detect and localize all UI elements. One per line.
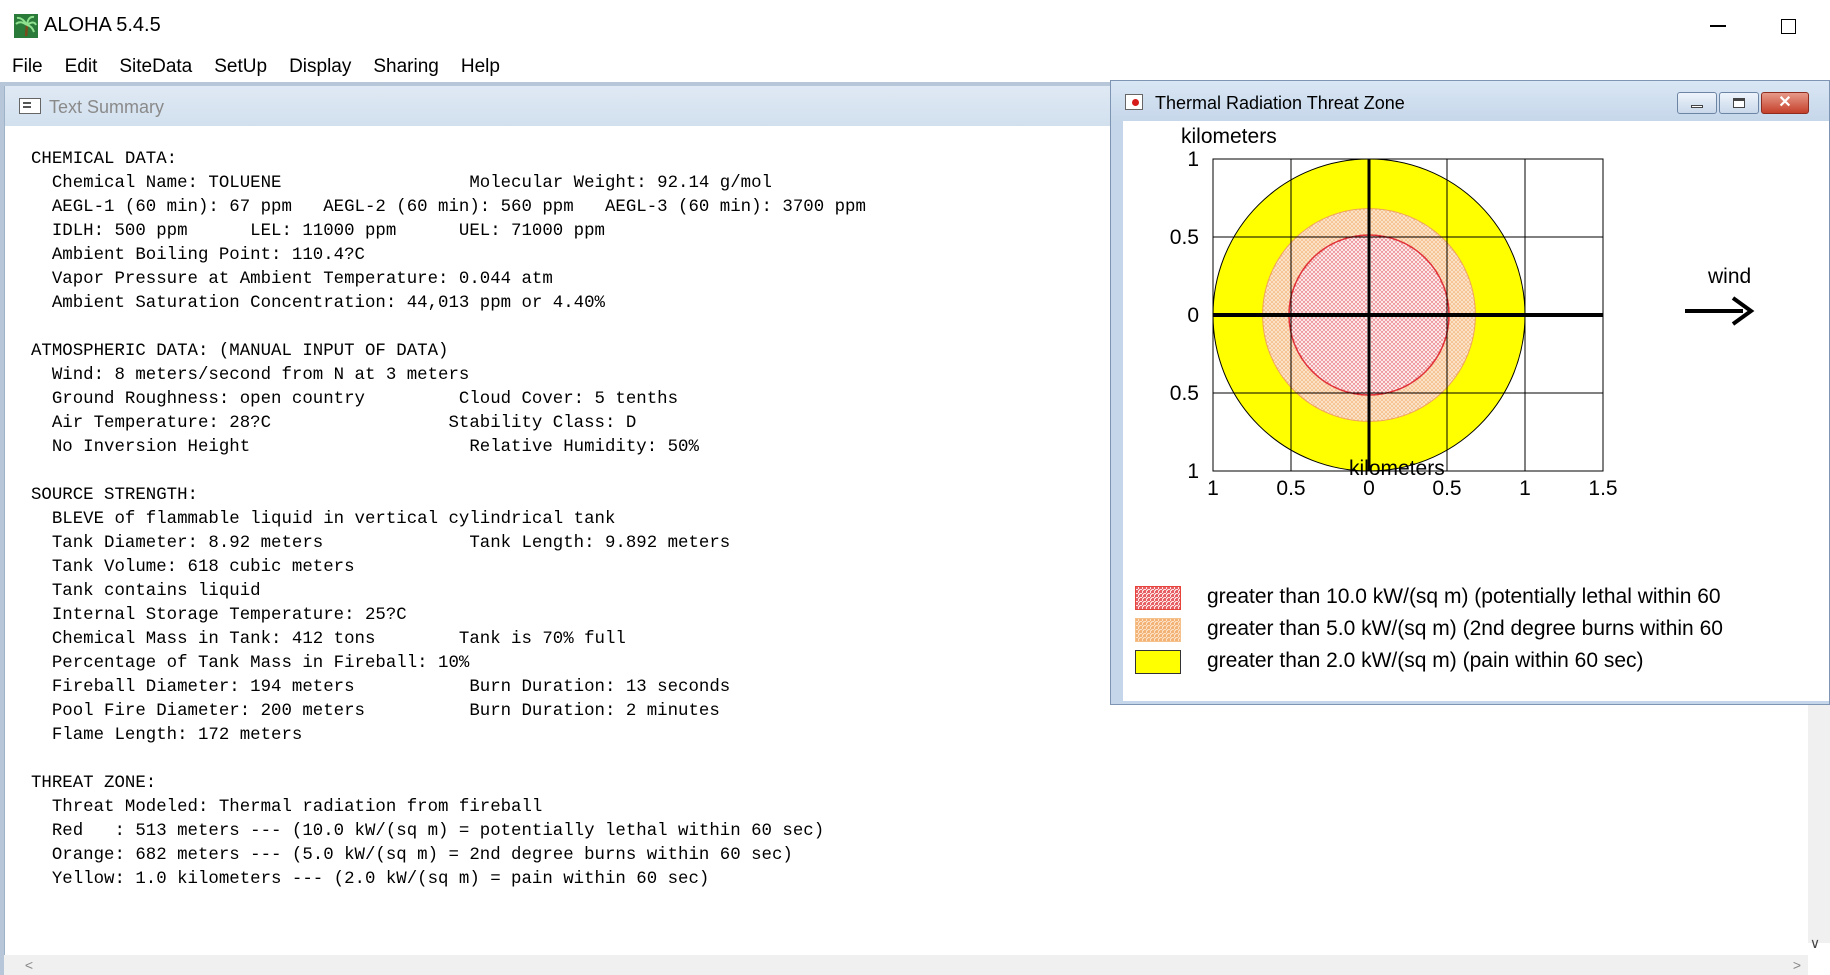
threat-zone-close-button[interactable]: ✕ — [1761, 92, 1809, 114]
app-titlebar: ALOHA 5.4.5 — [0, 0, 1830, 52]
threat-zone-window: Thermal Radiation Threat Zone ✕ 1 0.5 0 0. — [1110, 80, 1830, 705]
summary-line: Percentage of Tank Mass in Fireball: 10% — [31, 654, 470, 673]
text-summary-title: Text Summary — [49, 97, 165, 117]
threat-zone-restore-button[interactable] — [1719, 92, 1759, 114]
legend-row: greater than 10.0 kW/(sq m) (potentially… — [1135, 583, 1830, 610]
restore-icon — [1733, 98, 1745, 108]
y-tick-label: 0.5 — [1170, 382, 1199, 405]
y-tick-label: 1 — [1187, 148, 1199, 171]
summary-line: Threat Modeled: Thermal radiation from f… — [31, 798, 543, 817]
wind-label: wind — [1707, 265, 1751, 288]
summary-line: Ground Roughness: open country Cloud Cov… — [31, 390, 679, 409]
summary-line: No Inversion Height Relative Humidity: 5… — [31, 438, 699, 457]
x-tick-label: 1 — [1207, 477, 1219, 500]
threat-zone-minimize-button[interactable] — [1677, 92, 1717, 114]
x-tick-label: 0 — [1363, 477, 1375, 500]
x-tick-label: 0.5 — [1276, 477, 1305, 500]
maximize-button[interactable] — [1768, 10, 1808, 42]
legend-swatch — [1135, 650, 1181, 674]
menu-sitedata[interactable]: SiteData — [119, 56, 202, 78]
palm-tree-icon — [14, 14, 38, 38]
app-title: ALOHA 5.4.5 — [44, 14, 161, 36]
x-tick-label: 0.5 — [1432, 477, 1461, 500]
summary-line: Chemical Mass in Tank: 412 tons Tank is … — [31, 630, 626, 649]
summary-line — [31, 748, 866, 772]
menu-sharing[interactable]: Sharing — [373, 56, 449, 78]
legend-label: greater than 10.0 kW/(sq m) (potentially… — [1207, 585, 1721, 608]
summary-line: Orange: 682 meters --- (5.0 kW/(sq m) = … — [31, 846, 793, 865]
menu-display[interactable]: Display — [289, 56, 361, 78]
summary-line: Tank Volume: 618 cubic meters — [31, 558, 355, 577]
summary-line: THREAT ZONE: — [31, 774, 157, 793]
summary-line: Internal Storage Temperature: 25?C — [31, 606, 407, 625]
y-tick-label: 0 — [1187, 304, 1199, 327]
threat-zone-plot: 1 0.5 0 0.5 1 1.5 1 0.5 0 0.5 1 kilometers kilomet… — [1170, 125, 1755, 500]
menu-bar: File Edit SiteData SetUp Display Sharing… — [0, 52, 1830, 82]
threat-zone-icon — [1125, 94, 1143, 110]
summary-line: SOURCE STRENGTH: — [31, 486, 198, 505]
summary-line: Ambient Boiling Point: 110.4?C — [31, 246, 365, 265]
summary-line: Vapor Pressure at Ambient Temperature: 0… — [31, 270, 553, 289]
summary-line: Tank Diameter: 8.92 meters Tank Length: … — [31, 534, 731, 553]
menu-setup[interactable]: SetUp — [214, 56, 277, 78]
minimize-icon — [1691, 104, 1703, 108]
scroll-left-arrow-icon[interactable]: < — [20, 955, 38, 975]
summary-line: Yellow: 1.0 kilometers --- (2.0 kW/(sq m… — [31, 870, 710, 889]
x-tick-label: 1 — [1519, 477, 1531, 500]
legend-swatch — [1135, 586, 1181, 610]
summary-line: Fireball Diameter: 194 meters Burn Durat… — [31, 678, 731, 697]
x-tick-label: 1.5 — [1588, 477, 1617, 500]
x-axis-label: kilometers — [1349, 457, 1445, 480]
summary-line — [31, 460, 866, 484]
maximize-icon — [1780, 18, 1796, 34]
summary-line: Chemical Name: TOLUENE Molecular Weight:… — [31, 174, 772, 193]
summary-line: BLEVE of flammable liquid in vertical cy… — [31, 510, 616, 529]
legend-swatch — [1135, 618, 1181, 642]
y-tick-label: 1 — [1187, 460, 1199, 483]
summary-line: Ambient Saturation Concentration: 44,013… — [31, 294, 605, 313]
text-document-icon — [19, 98, 41, 114]
legend-row: greater than 2.0 kW/(sq m) (pain within … — [1135, 647, 1830, 674]
threat-zone-title: Thermal Radiation Threat Zone — [1155, 93, 1405, 113]
summary-line: Red : 513 meters --- (10.0 kW/(sq m) = p… — [31, 822, 825, 841]
minimize-icon — [1710, 25, 1726, 27]
menu-edit[interactable]: Edit — [65, 56, 108, 78]
y-axis-label: kilometers — [1181, 125, 1277, 148]
horizontal-scrollbar[interactable] — [4, 955, 1808, 975]
legend-label: greater than 5.0 kW/(sq m) (2nd degree b… — [1207, 617, 1723, 640]
summary-line: Wind: 8 meters/second from N at 3 meters — [31, 366, 470, 385]
summary-line: AEGL-1 (60 min): 67 ppm AEGL-2 (60 min):… — [31, 198, 866, 217]
menu-file[interactable]: File — [12, 56, 53, 78]
close-icon: ✕ — [1778, 94, 1792, 111]
legend-row: greater than 5.0 kW/(sq m) (2nd degree b… — [1135, 615, 1830, 642]
wind-arrow-icon — [1685, 296, 1755, 326]
threat-zone-titlebar[interactable]: Thermal Radiation Threat Zone ✕ — [1111, 81, 1829, 121]
threat-zone-body: 1 0.5 0 0.5 1 1.5 1 0.5 0 0.5 1 kilometers kilomet… — [1123, 121, 1829, 701]
summary-line: Tank contains liquid — [31, 582, 261, 601]
summary-line: Pool Fire Diameter: 200 meters Burn Dura… — [31, 702, 720, 721]
summary-line: IDLH: 500 ppm LEL: 11000 ppm UEL: 71000 … — [31, 222, 605, 241]
scroll-right-arrow-icon[interactable]: > — [1788, 955, 1806, 975]
summary-line: Air Temperature: 28?C Stability Class: D — [31, 414, 637, 433]
y-tick-label: 0.5 — [1170, 226, 1199, 249]
scroll-down-arrow-icon[interactable]: ∨ — [1804, 932, 1826, 954]
summary-line: ATMOSPHERIC DATA: (MANUAL INPUT OF DATA) — [31, 342, 449, 361]
legend-label: greater than 2.0 kW/(sq m) (pain within … — [1207, 649, 1644, 672]
summary-line: Flame Length: 172 meters — [31, 726, 303, 745]
summary-line — [31, 316, 866, 340]
menu-help[interactable]: Help — [461, 56, 510, 78]
summary-line: CHEMICAL DATA: — [31, 150, 178, 169]
minimize-button[interactable] — [1698, 10, 1738, 42]
text-summary-content: CHEMICAL DATA: Chemical Name: TOLUENE Mo… — [31, 148, 866, 892]
